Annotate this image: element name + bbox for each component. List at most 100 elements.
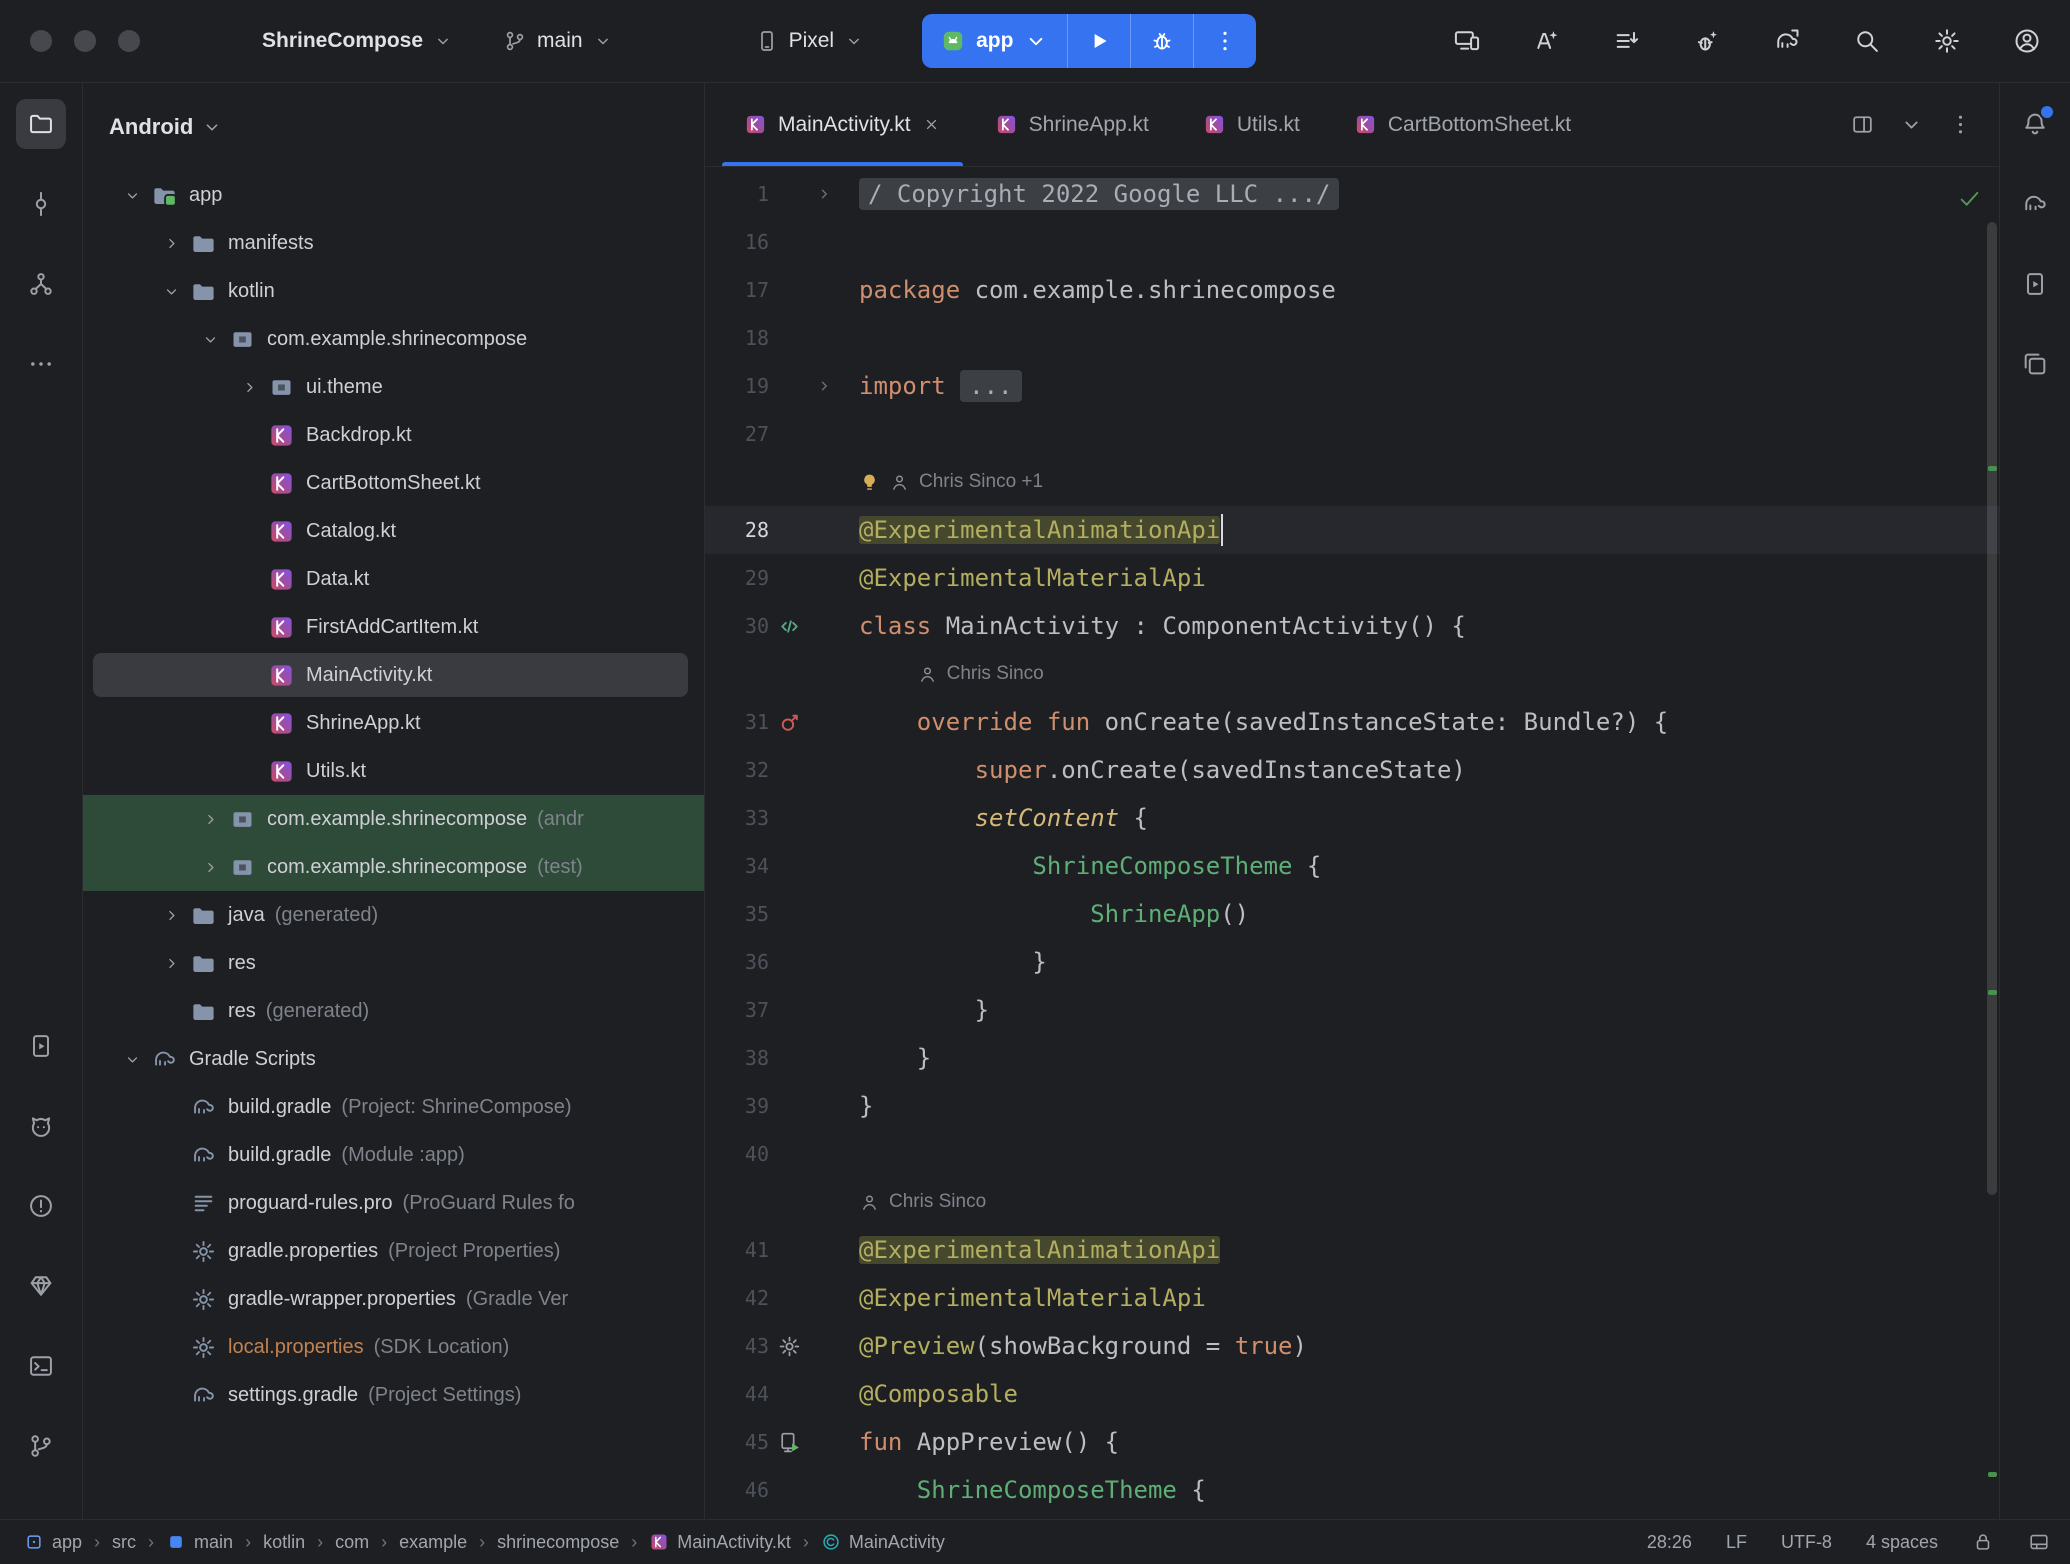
tree-item-settings.gradle[interactable]: settings.gradle(Project Settings) [83,1371,704,1419]
chevron-down-icon[interactable] [1899,112,1924,137]
tab-mainactivity.kt[interactable]: MainActivity.kt [717,83,968,166]
code-line-42[interactable]: 42@ExperimentalMaterialApi [705,1274,1999,1322]
tree-item-build.gradle[interactable]: build.gradle(Module :app) [83,1131,704,1179]
running-devices-button[interactable] [16,1021,66,1071]
build-variants-button[interactable] [1600,14,1654,68]
line-number[interactable]: 27 [705,422,769,446]
line-number[interactable]: 42 [705,1286,769,1310]
author-hint-text[interactable]: Chris Sinco [947,663,1044,685]
line-number[interactable]: 18 [705,326,769,350]
chevron-right-icon[interactable] [191,858,229,877]
gear-icon[interactable] [777,1334,802,1359]
breadcrumb-item-com[interactable]: com [335,1532,369,1553]
line-number[interactable]: 39 [705,1094,769,1118]
line-number[interactable]: 36 [705,950,769,974]
tab-cartbottomsheet.kt[interactable]: CartBottomSheet.kt [1327,83,1598,166]
chevron-right-icon[interactable] [230,378,268,397]
line-number[interactable]: 45 [705,1430,769,1454]
file-encoding[interactable]: UTF-8 [1781,1532,1832,1553]
device-selector[interactable]: Pixel [743,19,877,63]
tab-utils.kt[interactable]: Utils.kt [1176,83,1327,166]
line-number[interactable]: 33 [705,806,769,830]
code-line-45[interactable]: 45fun AppPreview() { [705,1418,1999,1466]
code-line-17[interactable]: 17package com.example.shrinecompose [705,266,1999,314]
breadcrumb-item-main[interactable]: main [166,1532,233,1553]
fold-expand-icon[interactable] [815,185,833,203]
line-number[interactable]: 32 [705,758,769,782]
line-number[interactable]: 44 [705,1382,769,1406]
panels-layout-icon[interactable] [2028,1531,2050,1553]
lock-icon[interactable] [1972,1531,1994,1553]
code-line-36[interactable]: 36 } [705,938,1999,986]
author-hint-text[interactable]: Chris Sinco +1 [919,471,1043,493]
chevron-right-icon[interactable] [191,810,229,829]
chevron-down-icon[interactable] [113,1050,151,1069]
line-number[interactable]: 40 [705,1142,769,1166]
debug-button[interactable] [1131,14,1193,68]
line-number[interactable]: 37 [705,998,769,1022]
minimize-window-button[interactable] [74,30,96,52]
branch-selector[interactable]: main [491,19,625,63]
code-line-44[interactable]: 44@Composable [705,1370,1999,1418]
code-line-38[interactable]: 38 } [705,1034,1999,1082]
line-number[interactable]: 31 [705,710,769,734]
line-number[interactable]: 29 [705,566,769,590]
chevron-right-icon[interactable] [152,906,190,925]
breadcrumb-item-mainactivity.kt[interactable]: MainActivity.kt [649,1532,791,1553]
tree-item-data.kt[interactable]: Data.kt [83,555,704,603]
run-more-options-button[interactable] [1194,14,1256,68]
chevron-down-icon[interactable] [191,330,229,349]
build-analyzer-button[interactable] [1680,14,1734,68]
breadcrumb-item-app[interactable]: app [24,1532,82,1553]
running-devices-button[interactable] [2010,259,2060,309]
split-editor-icon[interactable] [1850,112,1875,137]
caret-position[interactable]: 28:26 [1647,1532,1692,1553]
tree-item-manifests[interactable]: manifests [83,219,704,267]
code-line-28[interactable]: 28@ExperimentalAnimationApi [705,506,1999,554]
tree-item-firstaddcartitem.kt[interactable]: FirstAddCartItem.kt [83,603,704,651]
line-number[interactable]: 19 [705,374,769,398]
tree-item-ui.theme[interactable]: ui.theme [83,363,704,411]
tab-shrineapp.kt[interactable]: ShrineApp.kt [968,83,1176,166]
code-line-37[interactable]: 37 } [705,986,1999,1034]
device-explorer-button[interactable] [2010,339,2060,389]
run-button[interactable] [1068,14,1130,68]
code-line-16[interactable]: 16 [705,218,1999,266]
commit-button[interactable] [16,179,66,229]
tree-item-gradle-scripts[interactable]: Gradle Scripts [83,1035,704,1083]
account-button[interactable] [2000,14,2054,68]
code-line-29[interactable]: 29@ExperimentalMaterialApi [705,554,1999,602]
run-preview-icon[interactable] [777,1430,802,1455]
close-window-button[interactable] [30,30,52,52]
line-number[interactable]: 46 [705,1478,769,1502]
logcat-button[interactable] [16,1101,66,1151]
project-view-selector[interactable]: Android [83,83,704,171]
close-tab-icon[interactable] [922,115,941,134]
tree-item-build.gradle[interactable]: build.gradle(Project: ShrineCompose) [83,1083,704,1131]
code-line-32[interactable]: 32 super.onCreate(savedInstanceState) [705,746,1999,794]
tree-item-kotlin[interactable]: kotlin [83,267,704,315]
line-number[interactable]: 38 [705,1046,769,1070]
tree-item-proguard-rules.pro[interactable]: proguard-rules.pro(ProGuard Rules fo [83,1179,704,1227]
code-line-19[interactable]: 19import ... [705,362,1999,410]
tree-item-local.properties[interactable]: local.properties(SDK Location) [83,1323,704,1371]
tree-item-com.example.shrinecompose[interactable]: com.example.shrinecompose(test) [83,843,704,891]
tree-item-cartbottomsheet.kt[interactable]: CartBottomSheet.kt [83,459,704,507]
code-line-41[interactable]: 41@ExperimentalAnimationApi [705,1226,1999,1274]
search-button[interactable] [1840,14,1894,68]
author-hint-text[interactable]: Chris Sinco [889,1191,986,1213]
line-number[interactable]: 1 [705,182,769,206]
device-manager-button[interactable] [1440,14,1494,68]
tree-item-utils.kt[interactable]: Utils.kt [83,747,704,795]
line-number[interactable]: 16 [705,230,769,254]
tree-item-com.example.shrinecompose[interactable]: com.example.shrinecompose(andr [83,795,704,843]
code-editor[interactable]: 1/ Copyright 2022 Google LLC .../1617pac… [705,167,1999,1519]
project-selector[interactable]: ShrineCompose [250,19,465,63]
zoom-window-button[interactable] [118,30,140,52]
code-line-27[interactable]: 27 [705,410,1999,458]
code-line-43[interactable]: 43@Preview(showBackground = true) [705,1322,1999,1370]
tree-item-gradle.properties[interactable]: gradle.properties(Project Properties) [83,1227,704,1275]
breadcrumb-item-src[interactable]: src [112,1532,136,1553]
code-line-31[interactable]: 31 override fun onCreate(savedInstanceSt… [705,698,1999,746]
tree-item-java[interactable]: java(generated) [83,891,704,939]
